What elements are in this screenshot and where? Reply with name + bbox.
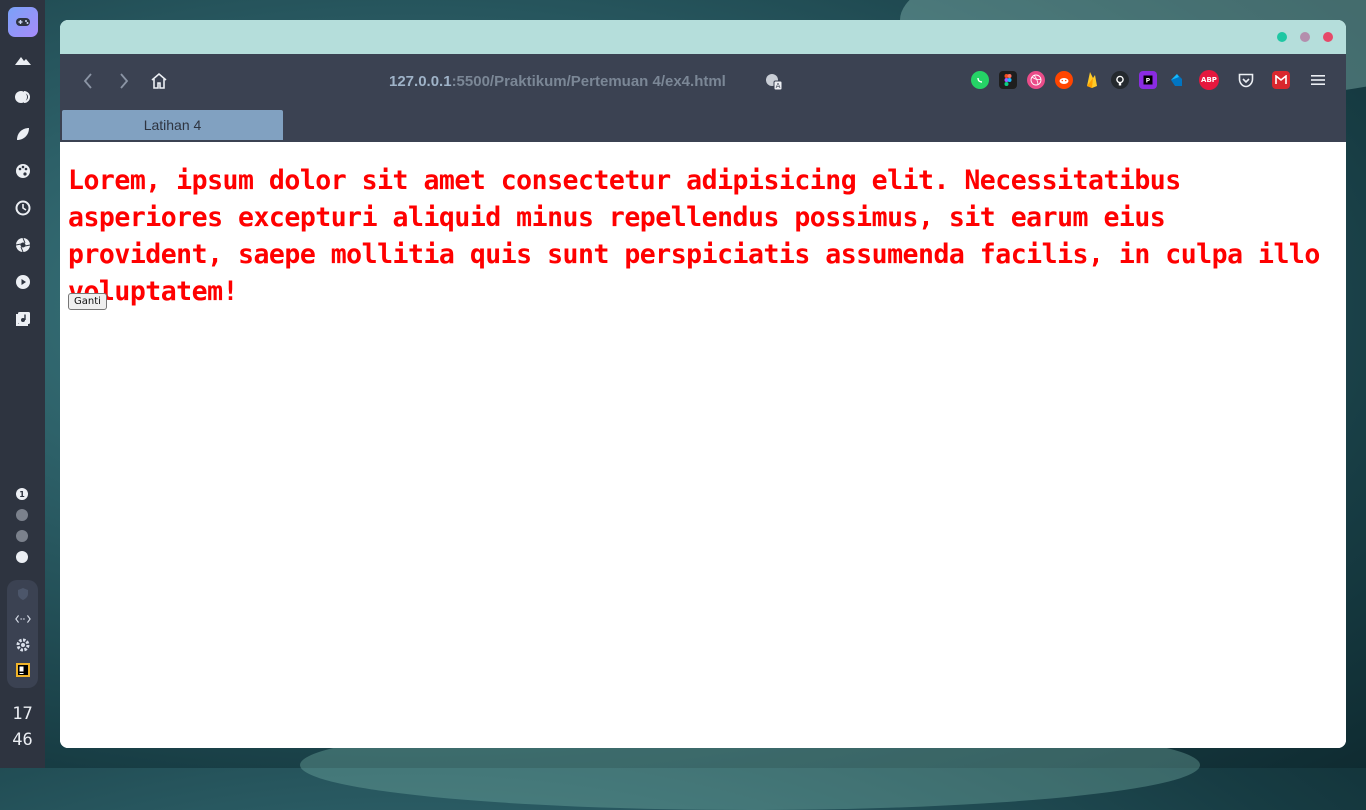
svg-text:A: A: [776, 82, 781, 90]
ganti-button[interactable]: Ganti: [68, 293, 107, 310]
tab-latihan-4[interactable]: Latihan 4: [62, 110, 283, 140]
mountain-icon[interactable]: [14, 51, 32, 69]
tab-title: Latihan 4: [143, 117, 202, 133]
title-bar: [60, 20, 1346, 54]
phpstorm-icon[interactable]: P: [1139, 71, 1157, 89]
gamepad-icon[interactable]: [7, 7, 38, 37]
history-icon[interactable]: [14, 199, 32, 217]
github-icon[interactable]: [1111, 71, 1129, 89]
leaf-icon[interactable]: [14, 125, 32, 143]
home-icon[interactable]: [147, 69, 171, 93]
url-host: 127.0.0.1: [389, 73, 452, 90]
shield-icon[interactable]: [15, 586, 31, 602]
clock-minute: 46: [12, 730, 33, 750]
mega-icon[interactable]: [1272, 71, 1290, 89]
whatsapp-icon[interactable]: [971, 71, 989, 89]
url-bar[interactable]: 127.0.0.1:5500/Praktikum/Pertemuan 4/ex4…: [389, 73, 726, 90]
dribbble-icon[interactable]: [1027, 71, 1045, 89]
browser-window: 127.0.0.1:5500/Praktikum/Pertemuan 4/ex4…: [60, 20, 1346, 748]
back-icon[interactable]: [76, 69, 100, 93]
settings-icon[interactable]: [15, 637, 31, 653]
music-library-icon[interactable]: [14, 310, 32, 328]
play-icon[interactable]: [14, 273, 32, 291]
palette-icon[interactable]: [14, 162, 32, 180]
tab-bar: Latihan 4: [60, 108, 1346, 142]
dart-icon[interactable]: [1167, 71, 1185, 89]
menu-icon[interactable]: [1309, 71, 1327, 89]
reddit-icon[interactable]: [1055, 71, 1073, 89]
page-content: Lorem, ipsum dolor sit amet consectetur …: [60, 142, 1346, 748]
system-tray: [7, 580, 38, 688]
network-icon[interactable]: [14, 612, 31, 628]
lorem-paragraph: Lorem, ipsum dolor sit amet consectetur …: [68, 165, 1320, 307]
clock-hour: 17: [12, 704, 33, 724]
workspace-3[interactable]: [16, 530, 28, 542]
url-path: :5500/Praktikum/Pertemuan 4/ex4.html: [451, 73, 726, 90]
workspace-4[interactable]: [16, 551, 28, 563]
svg-text:P: P: [1146, 77, 1151, 84]
minimize-button[interactable]: [1277, 32, 1287, 42]
pycharm-icon[interactable]: [15, 663, 31, 679]
toggle-icon[interactable]: [14, 88, 32, 106]
workspace-2[interactable]: [16, 509, 28, 521]
workspace-1[interactable]: 1: [16, 488, 28, 500]
aperture-icon[interactable]: [14, 236, 32, 254]
maximize-button[interactable]: [1300, 32, 1310, 42]
adblock-plus-icon[interactable]: ABP: [1199, 70, 1219, 90]
firebase-icon[interactable]: [1083, 71, 1101, 89]
close-button[interactable]: [1323, 32, 1333, 42]
forward-icon[interactable]: [112, 69, 136, 93]
navigation-toolbar: 127.0.0.1:5500/Praktikum/Pertemuan 4/ex4…: [60, 54, 1346, 108]
figma-icon[interactable]: [999, 71, 1017, 89]
translate-icon[interactable]: A: [764, 72, 784, 92]
pocket-icon[interactable]: [1237, 71, 1255, 89]
